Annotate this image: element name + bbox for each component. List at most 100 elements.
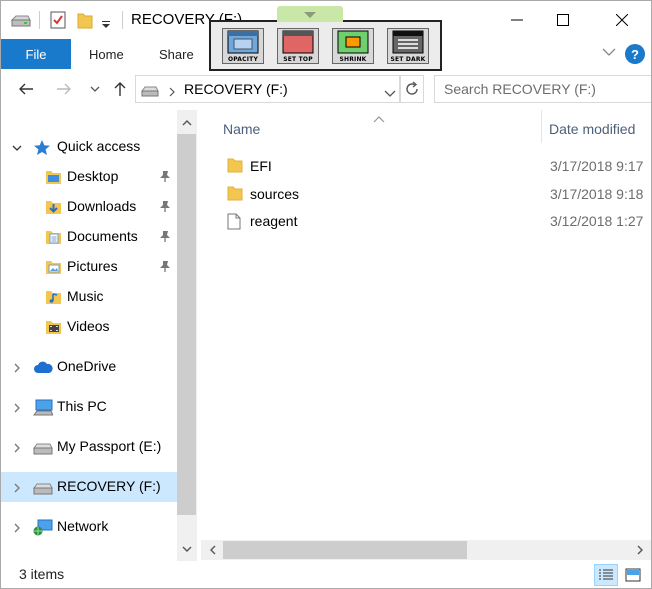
opacity-button[interactable]: OPACITY [222,28,264,64]
nav-label: RECOVERY (F:) [57,478,161,494]
maximize-icon [557,14,569,26]
shrink-icon [337,30,369,54]
table-row[interactable]: sources 3/17/2018 9:18 [201,181,651,207]
nav-item-documents[interactable]: Documents [1,222,177,252]
back-button[interactable] [14,77,38,101]
close-icon [616,14,628,26]
column-separator[interactable] [541,110,542,143]
nav-label: Videos [67,318,110,334]
set-top-button[interactable]: SET TOP [277,28,319,64]
set-top-label: SET TOP [283,56,313,63]
recent-locations-button[interactable] [86,77,104,101]
item-count: 3 items [19,566,65,582]
chevron-right-icon [637,545,643,555]
nav-item-videos[interactable]: Videos [1,312,177,342]
nav-item-network[interactable]: Network [1,512,177,542]
chevron-right-icon[interactable] [11,481,23,497]
status-bar: 3 items [1,561,651,588]
grab-handle-icon [304,12,316,18]
column-header-date-modified[interactable]: Date modified [549,121,635,137]
search-box[interactable] [434,75,651,103]
drive-icon [141,84,159,102]
search-input[interactable] [435,76,651,102]
up-arrow-icon [114,82,126,96]
large-icons-view-button[interactable] [621,564,645,586]
table-row[interactable]: reagent 3/12/2018 1:27 [201,208,651,234]
drive-icon[interactable] [10,14,31,33]
nav-item-quick-access[interactable]: Quick access [1,132,177,162]
nav-item-downloads[interactable]: Downloads [1,192,177,222]
help-button[interactable]: ? [625,44,645,64]
forward-arrow-icon [57,83,71,95]
star-icon [33,139,51,159]
forward-button[interactable] [52,77,76,101]
nav-label: Downloads [67,198,137,214]
properties-icon[interactable] [50,11,66,34]
tab-home[interactable]: Home [89,39,124,69]
minimize-button[interactable] [494,1,540,39]
explorer-window: RECOVERY (F:) OPACITY SET TOP SHRINK SET… [0,0,652,589]
pin-icon[interactable] [159,260,171,276]
tab-file[interactable]: File [1,39,71,69]
scroll-down-button[interactable] [177,539,197,559]
network-icon [33,519,53,539]
address-bar[interactable]: RECOVERY (F:) [135,75,400,103]
sort-ascending-icon [373,111,385,129]
nav-item-music[interactable]: Music [1,282,177,312]
scroll-left-button[interactable] [203,540,221,560]
nav-item-pictures[interactable]: Pictures [1,252,177,282]
nav-label: Pictures [67,258,118,274]
scroll-up-button[interactable] [177,112,197,132]
navigation-pane: Quick access Desktop Downloads Documents… [1,110,197,561]
nav-label: My Passport (E:) [57,438,162,454]
address-path[interactable]: RECOVERY (F:) [184,81,288,97]
nav-item-recovery[interactable]: RECOVERY (F:) [1,472,177,502]
downloads-folder-icon [45,199,62,218]
nav-item-my-passport[interactable]: My Passport (E:) [1,432,177,462]
chevron-down-icon[interactable] [11,141,23,157]
expand-ribbon-button[interactable] [601,44,617,65]
file-horizontal-scrollbar-thumb[interactable] [223,541,467,559]
nav-scrollbar-thumb[interactable] [177,134,196,515]
refresh-icon [406,81,418,95]
large-icons-view-icon [625,568,641,582]
nav-label: Documents [67,228,138,244]
set-dark-label: SET DARK [390,56,426,63]
tab-share[interactable]: Share [159,39,194,69]
nav-item-desktop[interactable]: Desktop [1,162,177,192]
chevron-right-icon[interactable] [11,441,23,457]
refresh-button[interactable] [400,75,424,103]
nav-label: This PC [57,398,107,414]
address-dropdown-icon[interactable] [384,85,396,103]
pictures-folder-icon [45,259,62,278]
table-row[interactable]: EFI 3/17/2018 9:17 [201,153,651,179]
nav-item-this-pc[interactable]: This PC [1,392,177,422]
desktop-folder-icon [45,169,62,188]
chevron-up-icon [182,119,192,125]
pin-icon[interactable] [159,230,171,246]
overlay-grab-tab[interactable] [277,6,343,22]
scroll-right-button[interactable] [631,540,649,560]
chevron-right-icon[interactable] [11,521,23,537]
chevron-down-icon [182,546,192,552]
maximize-button[interactable] [540,1,586,39]
overlay-toolbar: OPACITY SET TOP SHRINK SET DARK [209,6,442,71]
chevron-right-icon[interactable] [11,401,23,417]
column-header-name[interactable]: Name [223,121,260,137]
nav-label: OneDrive [57,358,117,374]
shrink-button[interactable]: SHRINK [332,28,374,64]
quick-access-dropdown-icon[interactable] [101,16,111,34]
close-button[interactable] [599,1,645,39]
computer-icon [33,399,54,419]
nav-item-onedrive[interactable]: OneDrive [1,352,177,382]
chevron-right-icon[interactable] [168,84,176,102]
file-date: 3/17/2018 9:18 [550,186,644,202]
pin-icon[interactable] [159,200,171,216]
pin-icon[interactable] [159,170,171,186]
details-view-button[interactable] [594,564,618,586]
set-dark-button[interactable]: SET DARK [387,28,429,64]
new-folder-icon[interactable] [77,11,93,34]
up-button[interactable] [109,77,131,101]
chevron-right-icon[interactable] [11,361,23,377]
title-separator [39,11,40,29]
